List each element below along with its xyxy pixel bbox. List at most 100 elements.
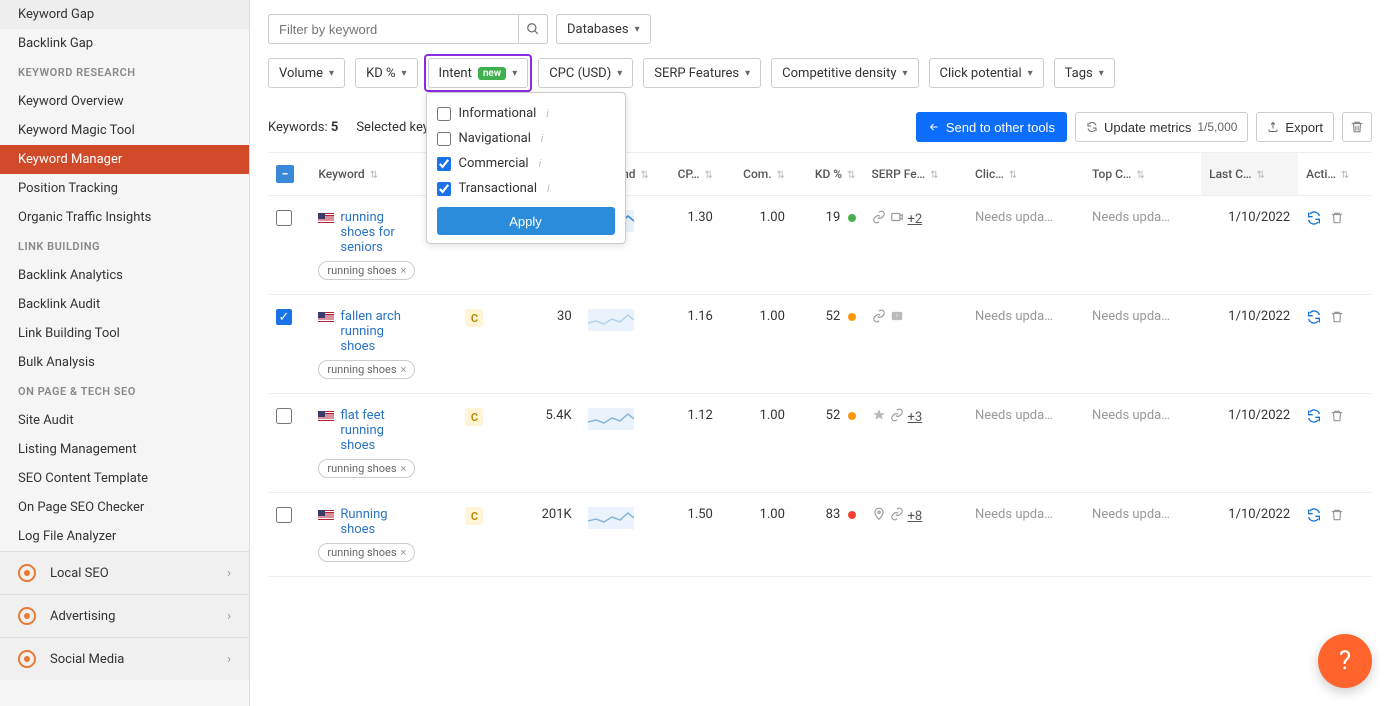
serp-more-link[interactable]: +2: [908, 212, 923, 227]
help-fab[interactable]: ?: [1318, 634, 1372, 688]
link-icon: [890, 507, 904, 525]
intent-option-informational[interactable]: Informationali: [437, 101, 615, 126]
delete-button[interactable]: [1342, 112, 1372, 142]
row-checkbox[interactable]: [276, 408, 292, 424]
send-to-tools-button[interactable]: Send to other tools: [916, 112, 1067, 142]
com-cell: 1.00: [721, 295, 793, 394]
refresh-row-button[interactable]: [1306, 408, 1322, 428]
tag-chip[interactable]: running shoes ×: [318, 459, 415, 478]
sidebar-item-listing-management[interactable]: Listing Management: [0, 435, 249, 464]
remove-tag-icon[interactable]: ×: [401, 264, 407, 277]
refresh-icon: [1086, 121, 1098, 133]
column-header[interactable]: SERP Fe… ⇅: [864, 153, 968, 196]
filter-click[interactable]: Click potential▾: [929, 58, 1044, 88]
tag-chip[interactable]: running shoes ×: [318, 360, 415, 379]
column-header[interactable]: KD % ⇅: [793, 153, 864, 196]
checkbox[interactable]: [437, 107, 451, 121]
filter-keyword-input[interactable]: [268, 14, 518, 44]
delete-row-button[interactable]: [1330, 310, 1344, 328]
share-icon: [928, 121, 940, 133]
sidebar-item-backlink-analytics[interactable]: Backlink Analytics: [0, 261, 249, 290]
filter-competitive[interactable]: Competitive density▾: [771, 58, 918, 88]
filter-tags[interactable]: Tags▾: [1054, 58, 1115, 88]
volume-cell: 201K: [522, 493, 579, 577]
sidebar-bottom-social-media[interactable]: Social Media›: [0, 637, 249, 680]
databases-dropdown[interactable]: Databases▾: [556, 14, 651, 44]
sidebar-item-on-page-seo-checker[interactable]: On Page SEO Checker: [0, 493, 249, 522]
sort-icon: ⇅: [1341, 170, 1349, 181]
keyword-link[interactable]: Running shoes: [340, 507, 420, 537]
remove-tag-icon[interactable]: ×: [401, 462, 407, 475]
delete-row-button[interactable]: [1330, 211, 1344, 229]
intent-dropdown: InformationaliNavigationaliCommercialiTr…: [426, 92, 626, 244]
remove-tag-icon[interactable]: ×: [401, 363, 407, 376]
column-header[interactable]: Last C… ⇅: [1201, 153, 1298, 196]
sidebar-item-link-building-tool[interactable]: Link Building Tool: [0, 319, 249, 348]
checkbox[interactable]: [437, 182, 451, 196]
column-header[interactable]: −: [268, 153, 310, 196]
update-metrics-button[interactable]: Update metrics 1/5,000: [1075, 112, 1248, 142]
sidebar-item-backlink-gap[interactable]: Backlink Gap: [0, 29, 249, 58]
serp-more-link[interactable]: +3: [908, 410, 923, 425]
sidebar-item-seo-content-template[interactable]: SEO Content Template: [0, 464, 249, 493]
filter-intent[interactable]: Intent new ▾: [428, 58, 529, 88]
sidebar-item-bulk-analysis[interactable]: Bulk Analysis: [0, 348, 249, 377]
master-checkbox[interactable]: −: [276, 165, 294, 183]
com-cell: 1.00: [721, 394, 793, 493]
intent-option-transactional[interactable]: Transactionali: [437, 176, 615, 201]
remove-tag-icon[interactable]: ×: [401, 546, 407, 559]
column-header[interactable]: Top C… ⇅: [1084, 153, 1201, 196]
sidebar-bottom-local-seo[interactable]: Local SEO›: [0, 551, 249, 594]
intent-apply-button[interactable]: Apply: [437, 207, 615, 235]
row-checkbox[interactable]: [276, 210, 292, 226]
intent-option-commercial[interactable]: Commerciali: [437, 151, 615, 176]
serp-features: +3: [872, 408, 960, 426]
serp-more-link[interactable]: +8: [908, 509, 923, 524]
refresh-row-button[interactable]: [1306, 309, 1322, 329]
delete-row-button[interactable]: [1330, 508, 1344, 526]
filter-cpc[interactable]: CPC (USD)▾: [538, 58, 633, 88]
keyword-link[interactable]: flat feet running shoes: [340, 408, 420, 453]
column-header[interactable]: Com. ⇅: [721, 153, 793, 196]
filter-serp[interactable]: SERP Features▾: [643, 58, 761, 88]
column-header[interactable]: Clic… ⇅: [967, 153, 1084, 196]
info-icon: i: [539, 157, 542, 170]
checkbox[interactable]: [437, 132, 451, 146]
refresh-row-button[interactable]: [1306, 507, 1322, 527]
column-header[interactable]: Acti… ⇅: [1298, 153, 1372, 196]
trend-sparkline: [588, 408, 634, 430]
sidebar-bottom-advertising[interactable]: Advertising›: [0, 594, 249, 637]
intent-badge: C: [465, 507, 483, 525]
us-flag-icon: [318, 312, 334, 323]
sidebar-item-keyword-manager[interactable]: Keyword Manager: [0, 145, 249, 174]
sidebar-section-link: LINK BUILDING: [0, 232, 249, 261]
sidebar-item-organic-traffic-insights[interactable]: Organic Traffic Insights: [0, 203, 249, 232]
sidebar-item-position-tracking[interactable]: Position Tracking: [0, 174, 249, 203]
sidebar-item-backlink-audit[interactable]: Backlink Audit: [0, 290, 249, 319]
row-checkbox[interactable]: [276, 507, 292, 523]
row-checkbox[interactable]: ✓: [276, 309, 292, 325]
us-flag-icon: [318, 213, 334, 224]
column-header[interactable]: CP… ⇅: [657, 153, 721, 196]
intent-option-navigational[interactable]: Navigationali: [437, 126, 615, 151]
keyword-link[interactable]: running shoes for seniors: [340, 210, 420, 255]
tag-chip[interactable]: running shoes ×: [318, 543, 415, 562]
refresh-row-button[interactable]: [1306, 210, 1322, 230]
search-icon: [526, 22, 540, 36]
export-button[interactable]: Export: [1256, 112, 1334, 142]
table-row: flat feet running shoesrunning shoes ×C5…: [268, 394, 1372, 493]
delete-row-button[interactable]: [1330, 409, 1344, 427]
filter-volume[interactable]: Volume▾: [268, 58, 345, 88]
keyword-link[interactable]: fallen arch running shoes: [340, 309, 420, 354]
sidebar-item-keyword-overview[interactable]: Keyword Overview: [0, 87, 249, 116]
chevron-right-icon: ›: [227, 652, 231, 667]
checkbox[interactable]: [437, 157, 451, 171]
sidebar-section-onpage: ON PAGE & TECH SEO: [0, 377, 249, 406]
sidebar-item-keyword-gap[interactable]: Keyword Gap: [0, 0, 249, 29]
filter-kd[interactable]: KD %▾: [355, 58, 417, 88]
sidebar-item-keyword-magic-tool[interactable]: Keyword Magic Tool: [0, 116, 249, 145]
sidebar-item-site-audit[interactable]: Site Audit: [0, 406, 249, 435]
tag-chip[interactable]: running shoes ×: [318, 261, 415, 280]
sidebar-item-log-file-analyzer[interactable]: Log File Analyzer: [0, 522, 249, 551]
search-button[interactable]: [518, 14, 548, 44]
